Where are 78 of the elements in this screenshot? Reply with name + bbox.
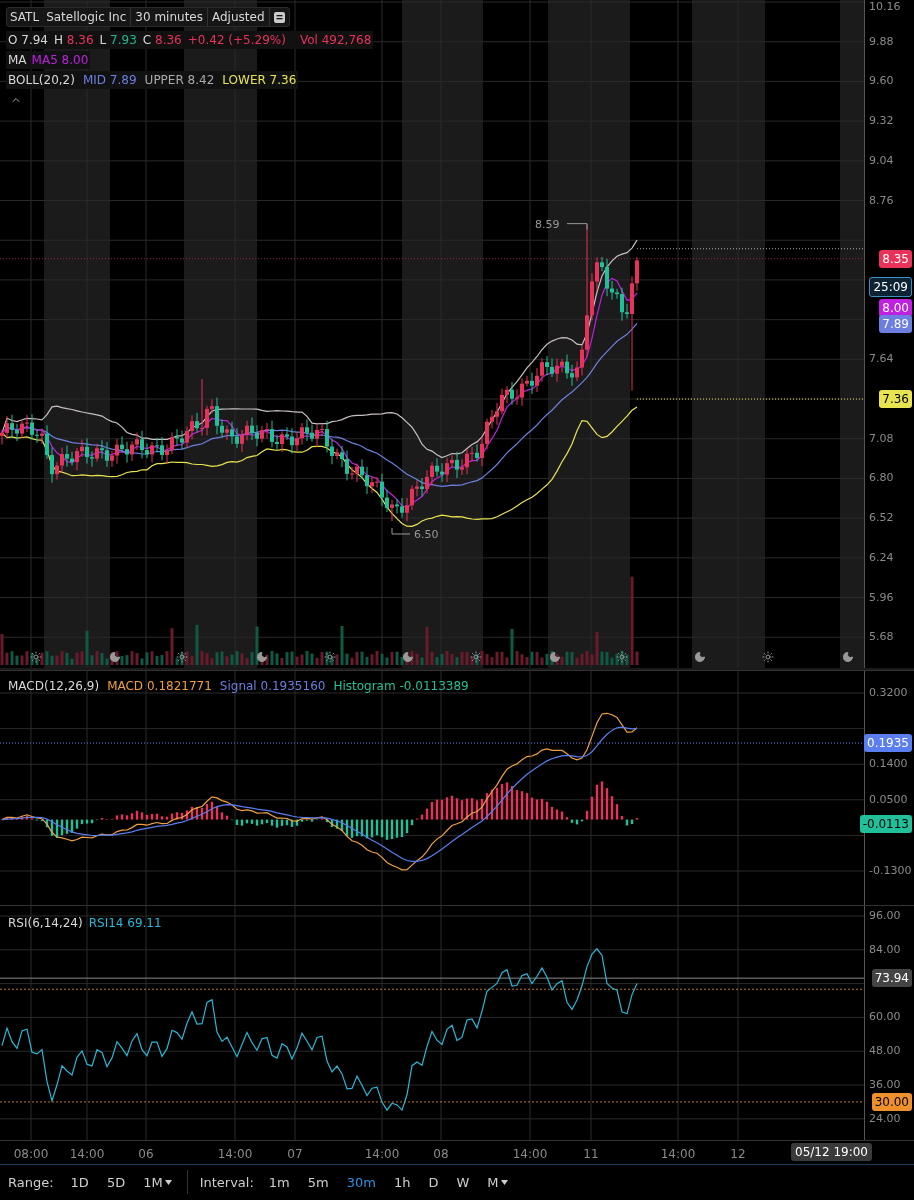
axis-label: 8.76	[869, 193, 894, 207]
axis-label: 6.80	[869, 471, 894, 485]
price-change: +0.42 (+5.29%)	[187, 32, 286, 49]
axis-label: 60.00	[869, 1010, 901, 1024]
range-label: Range:	[7, 1173, 55, 1192]
axis-label: 9.32	[869, 114, 894, 128]
price-badge: 8.00	[879, 299, 912, 318]
axis-label: 96.00	[869, 908, 901, 922]
time-label: 14:00	[217, 1145, 253, 1163]
toolbar-option[interactable]: 30m	[337, 1172, 385, 1193]
price-badge: 25:09	[869, 276, 912, 297]
ohlc-value: O 7.94	[8, 32, 48, 49]
adjustment-label[interactable]: Adjusted	[208, 8, 270, 26]
toolbar-option[interactable]: 5m	[298, 1172, 338, 1193]
price-badge: 73.94	[871, 969, 912, 988]
toolbar-option[interactable]: 1D	[61, 1172, 98, 1193]
axis-label: 6.24	[869, 550, 894, 564]
company-name: Satellogic Inc	[42, 8, 132, 26]
axis-label: 10.16	[869, 0, 901, 13]
indicator-label: RSI(6,14,24)	[8, 914, 83, 932]
dropdown-option[interactable]: 1M	[134, 1172, 181, 1193]
price-badge: 7.36	[879, 390, 912, 409]
interval-label: Interval:	[198, 1173, 255, 1192]
time-label: 11	[583, 1145, 599, 1163]
volume-value: Vol 492,768	[299, 32, 372, 49]
cursor-time-badge: 05/12 19:00	[791, 1142, 872, 1161]
indicator-label: MA	[8, 52, 27, 69]
boll-upper: UPPER 8.42	[144, 72, 215, 89]
time-label: 06	[138, 1145, 154, 1163]
axis-label: 84.00	[869, 942, 901, 956]
boll-mid: MID 7.89	[82, 72, 137, 89]
ohlc-value: L 7.93	[99, 32, 137, 49]
signal-value: Signal 0.1935160	[219, 677, 326, 695]
axis-label: 5.96	[869, 590, 894, 604]
time-label: 14:00	[364, 1145, 400, 1163]
rsi-value: RSI14 69.11	[88, 914, 162, 932]
toolbar-option[interactable]: 5D	[97, 1172, 135, 1193]
axis-label: 5.68	[869, 630, 894, 644]
axis-label: 36.00	[869, 1078, 901, 1091]
indicator-label: MACD(12,26,9)	[8, 677, 100, 695]
ma-value: MA5 8.00	[31, 52, 89, 69]
price-badge: 7.89	[879, 314, 912, 333]
indicator-label: BOLL(20,2)	[8, 72, 75, 89]
axis-label: 6.52	[869, 511, 894, 525]
axis-label: 24.00	[869, 1111, 901, 1125]
macd-value: MACD 0.1821771	[107, 677, 212, 695]
toolbar-option[interactable]: D	[419, 1172, 448, 1193]
axis-label: 0.0500	[869, 792, 908, 806]
axis-label: 0.1400	[869, 757, 908, 771]
boll-lower: LOWER 7.36	[222, 72, 297, 89]
time-label: 14:00	[69, 1145, 105, 1163]
axis-label: 7.64	[869, 352, 894, 366]
toolbar-option[interactable]: 1h	[384, 1172, 420, 1193]
time-label: 08:00	[13, 1145, 49, 1163]
histogram-value: Histogram -0.0113389	[333, 677, 469, 695]
time-label: 08	[433, 1145, 449, 1163]
time-label: 14:00	[660, 1145, 696, 1163]
time-label: 07	[287, 1145, 303, 1163]
ohlc-value: C 8.36	[142, 32, 182, 49]
toolbar-option[interactable]: W	[447, 1172, 479, 1193]
axis-label: 0.3200	[869, 685, 908, 699]
time-label: 12	[730, 1145, 746, 1163]
interval-label[interactable]: 30 minutes	[131, 8, 208, 26]
time-label: 14:00	[512, 1145, 548, 1163]
price-badge: 8.35	[879, 249, 912, 268]
axis-label: 9.60	[869, 74, 894, 88]
axis-label: 7.08	[869, 431, 894, 445]
price-badge: 30.00	[871, 1092, 912, 1111]
axis-label: 48.00	[869, 1044, 901, 1058]
axis-label: -0.1300	[869, 864, 912, 877]
symbol[interactable]: SATL	[7, 8, 43, 26]
price-badge: 0.1935	[864, 734, 912, 752]
axis-label: 9.04	[869, 153, 894, 167]
price-badge: -0.0113	[859, 815, 912, 833]
ohlc-value: H 8.36	[54, 32, 94, 49]
axis-label: 9.88	[869, 34, 894, 48]
toolbar-option[interactable]: 1m	[259, 1172, 299, 1193]
dropdown-option[interactable]: M	[478, 1172, 517, 1193]
